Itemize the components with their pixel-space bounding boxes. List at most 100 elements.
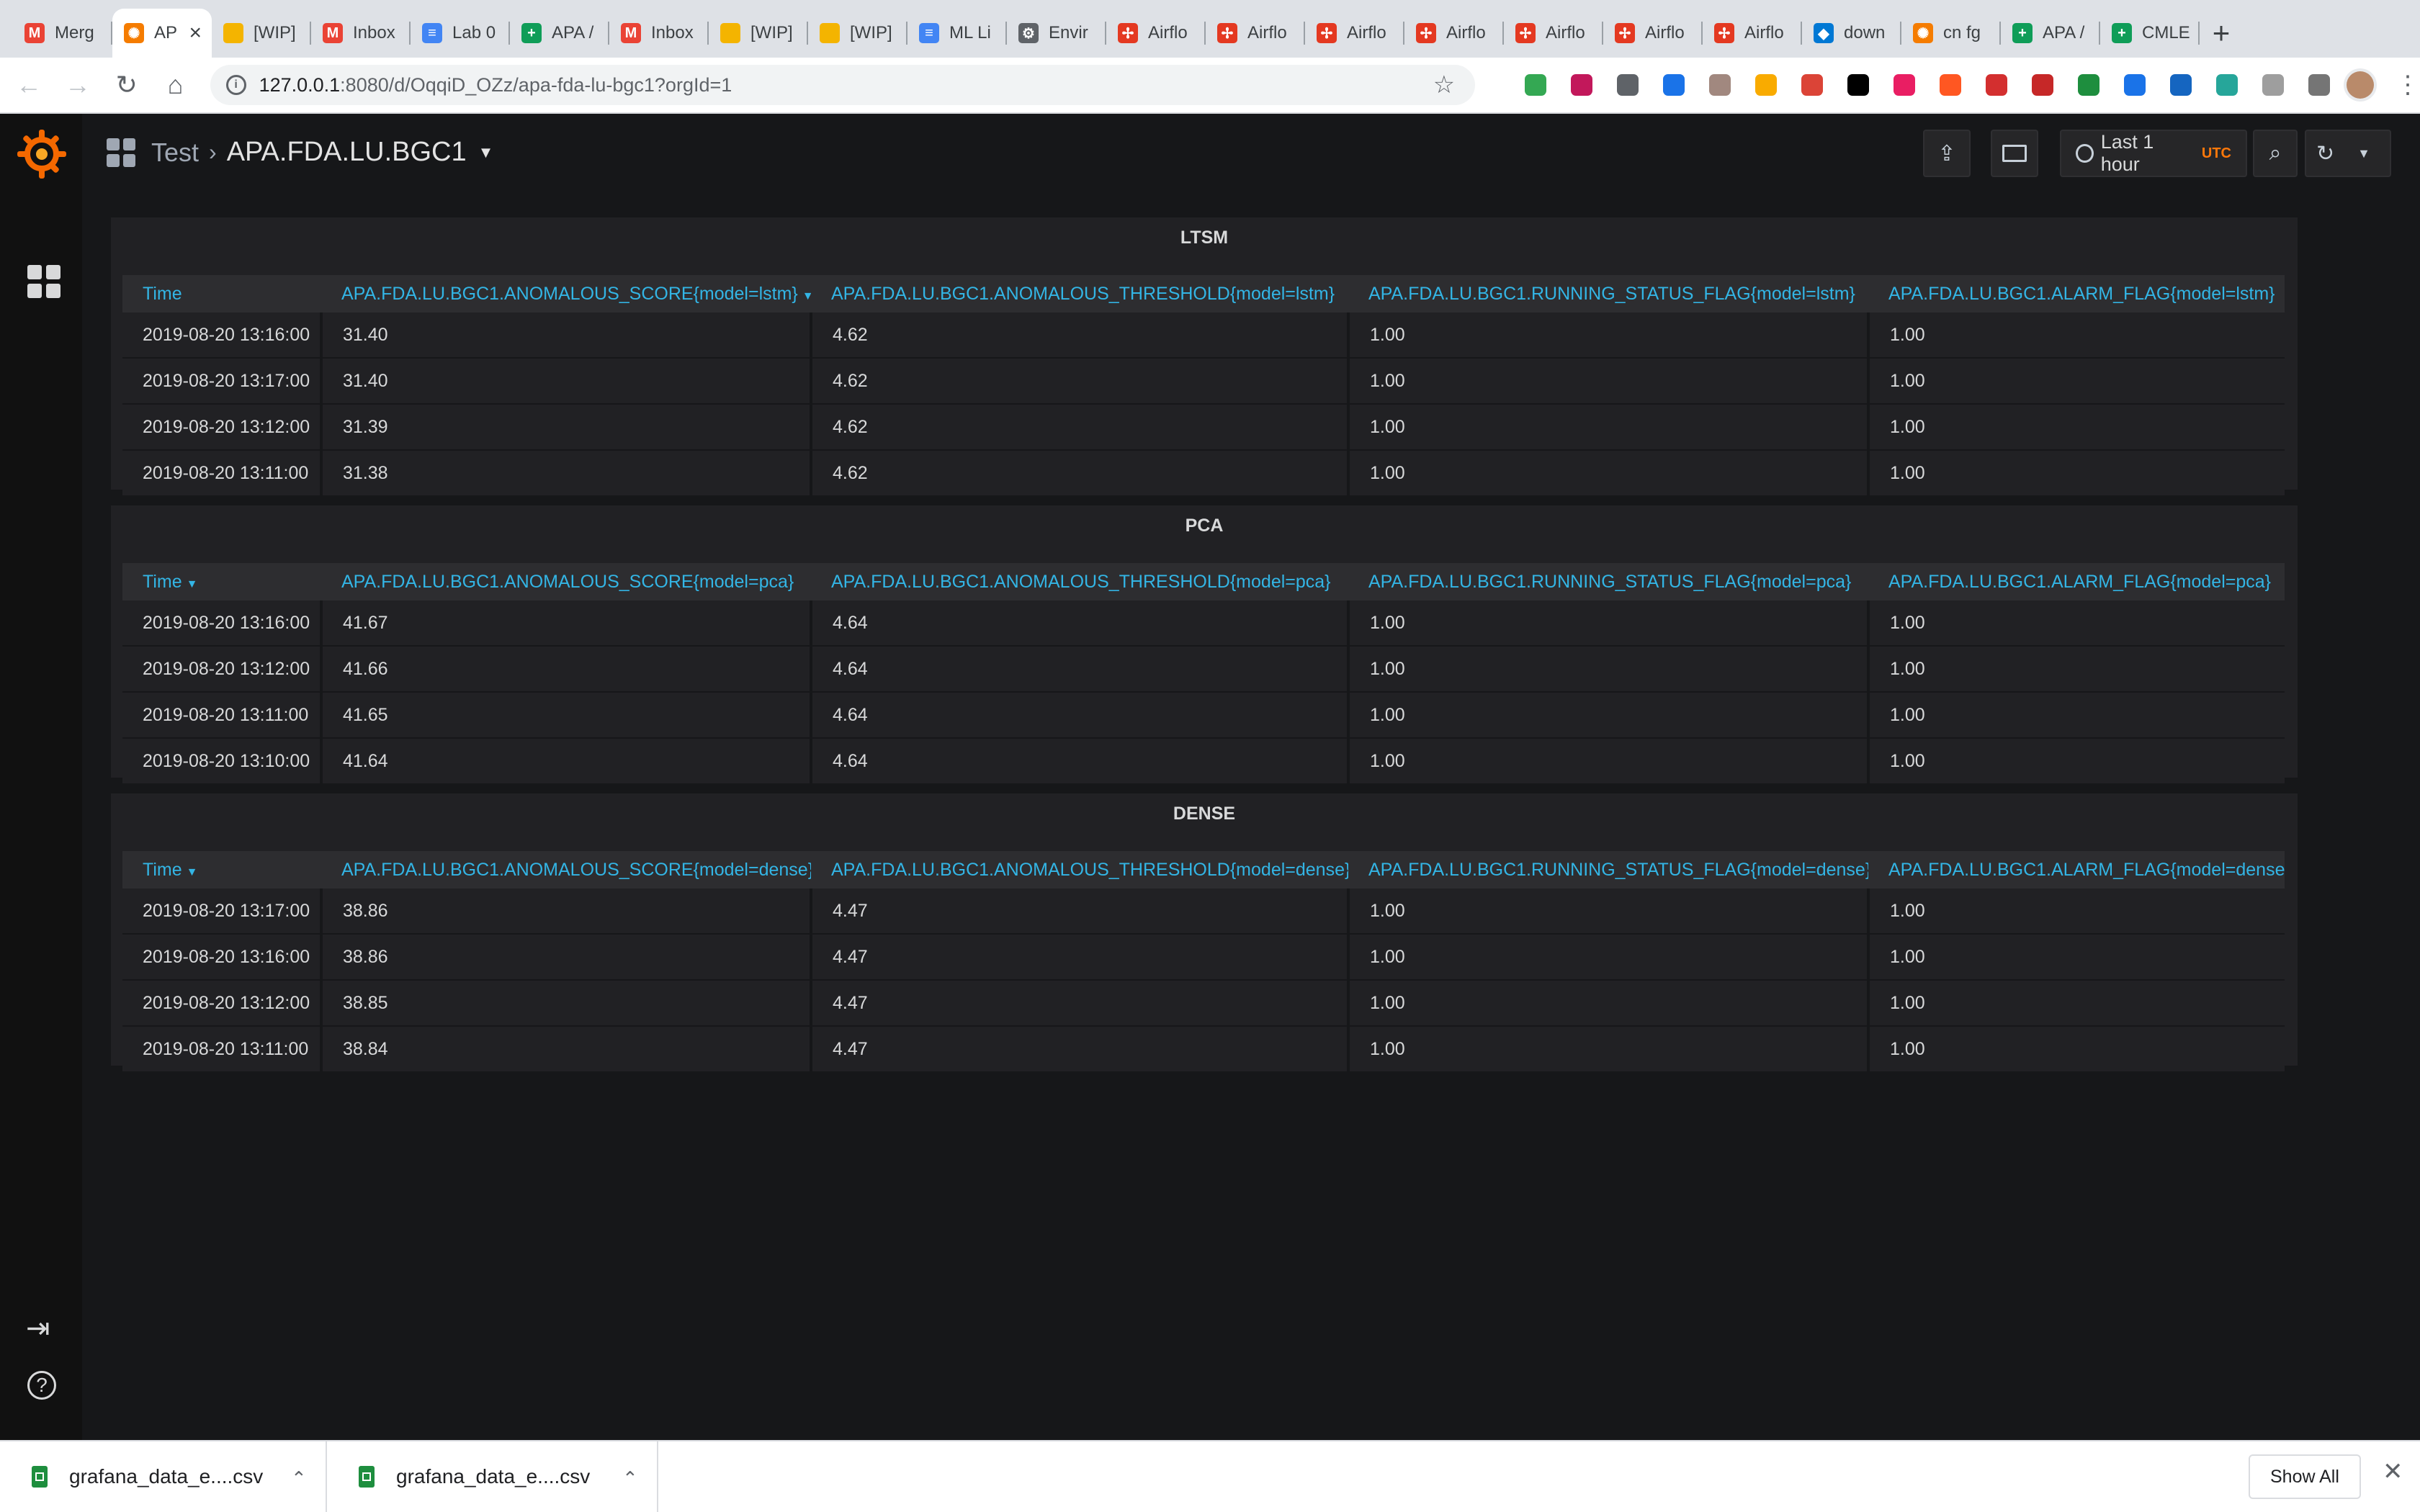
browser-tab[interactable]: + CMLE: [2100, 9, 2200, 58]
sign-in-icon[interactable]: ⇥: [26, 1312, 50, 1345]
browser-tab[interactable]: ≡ Lab 0: [411, 9, 510, 58]
column-header[interactable]: APA.FDA.LU.BGC1.RUNNING_STATUS_FLAG{mode…: [1348, 275, 1868, 312]
profile-avatar[interactable]: [2344, 68, 2378, 102]
extension-icon[interactable]: [1979, 68, 2014, 102]
panel-title[interactable]: DENSE: [111, 804, 2298, 824]
reload-button[interactable]: ↻: [107, 65, 147, 105]
data-table: Time APA.FDA.LU.BGC1.ANOMALOUS_SCORE{mode…: [122, 275, 2285, 497]
address-bar[interactable]: i 127.0.0.1:8080/d/OqqiD_OZz/apa-fda-lu-…: [210, 65, 1476, 105]
column-header[interactable]: APA.FDA.LU.BGC1.ALARM_FLAG{model=lstm}: [1868, 275, 2285, 312]
extension-icon[interactable]: [2025, 68, 2060, 102]
caret-down-icon[interactable]: ▼: [478, 143, 494, 162]
panel-title[interactable]: PCA: [111, 516, 2298, 536]
browser-tab[interactable]: + APA /: [510, 9, 609, 58]
show-all-downloads-button[interactable]: Show All: [2249, 1454, 2361, 1499]
refresh-button[interactable]: ↻ ▼: [2305, 130, 2391, 177]
column-header-label: Time: [143, 283, 182, 304]
help-icon[interactable]: ?: [27, 1371, 56, 1400]
forward-button[interactable]: →: [58, 65, 98, 105]
grafana-icon: ✺: [1913, 23, 1933, 43]
browser-tab[interactable]: ✺ AP ×: [112, 9, 212, 58]
tab-close-icon[interactable]: ×: [189, 21, 202, 45]
download-item[interactable]: grafana_data_e....csv ⌄: [327, 1441, 658, 1512]
tab-title: Inbox: [353, 23, 395, 42]
time-picker-button[interactable]: Last 1 hour UTC: [2060, 130, 2247, 177]
browser-tab[interactable]: ✢ Airflo: [1106, 9, 1206, 58]
column-header[interactable]: APA.FDA.LU.BGC1.ANOMALOUS_SCORE{model=ls…: [321, 275, 811, 312]
refresh-dropdown-caret-icon[interactable]: ▼: [2357, 146, 2370, 161]
extension-icon[interactable]: [2164, 68, 2198, 102]
breadcrumb-folder[interactable]: Test: [151, 138, 199, 168]
close-icon[interactable]: ✕: [2383, 1457, 2403, 1486]
zoom-out-button[interactable]: ⌕: [2253, 130, 2298, 177]
extension-icon[interactable]: [1657, 68, 1691, 102]
table-cell: 2019-08-20 13:11:00: [122, 692, 321, 739]
dashboards-icon[interactable]: [27, 265, 60, 298]
browser-menu-icon[interactable]: ⋮: [2396, 71, 2420, 99]
browser-tab[interactable]: ◆ down: [1802, 9, 1901, 58]
column-header[interactable]: APA.FDA.LU.BGC1.ANOMALOUS_THRESHOLD{mode…: [811, 275, 1348, 312]
column-header[interactable]: APA.FDA.LU.BGC1.ALARM_FLAG{model=dense}: [1868, 851, 2285, 888]
extension-icon[interactable]: [2210, 68, 2244, 102]
browser-tab[interactable]: + APA /: [2001, 9, 2100, 58]
tab-title: AP: [154, 23, 178, 42]
extension-icon[interactable]: [1564, 68, 1599, 102]
extension-icon[interactable]: [1795, 68, 1829, 102]
extension-icon[interactable]: [2256, 68, 2290, 102]
chevron-up-icon[interactable]: ⌄: [291, 1466, 307, 1488]
chevron-up-icon[interactable]: ⌄: [622, 1466, 638, 1488]
browser-tab[interactable]: ≡ ML Li: [908, 9, 1007, 58]
column-header[interactable]: APA.FDA.LU.BGC1.RUNNING_STATUS_FLAG{mode…: [1348, 563, 1868, 600]
extension-icon[interactable]: [2302, 68, 2336, 102]
browser-tab[interactable]: [WIP]: [709, 9, 808, 58]
table-cell: 41.66: [320, 646, 811, 693]
extension-icon[interactable]: [1933, 68, 1968, 102]
extension-icon[interactable]: [1518, 68, 1553, 102]
column-header[interactable]: APA.FDA.LU.BGC1.ANOMALOUS_SCORE{model=pc…: [321, 563, 811, 600]
breadcrumb-separator-icon: ›: [209, 139, 217, 165]
browser-tab[interactable]: [WIP]: [212, 9, 311, 58]
column-header[interactable]: Time ▼: [122, 851, 321, 888]
grafana-logo-icon[interactable]: [16, 128, 68, 180]
browser-tab[interactable]: ✢ Airflo: [1305, 9, 1404, 58]
browser-tab[interactable]: ✢ Airflo: [1703, 9, 1802, 58]
home-button[interactable]: ⌂: [156, 65, 196, 105]
docs-icon: ≡: [422, 23, 442, 43]
extension-icon[interactable]: [1887, 68, 1922, 102]
tab-title: Airflo: [1744, 23, 1784, 42]
browser-tab[interactable]: M Inbox: [609, 9, 709, 58]
extension-icon[interactable]: [2071, 68, 2106, 102]
extension-icon[interactable]: [1610, 68, 1645, 102]
extension-icon[interactable]: [1749, 68, 1783, 102]
extension-icon[interactable]: [1841, 68, 1876, 102]
browser-tab[interactable]: ⚙ Envir: [1007, 9, 1106, 58]
browser-tab[interactable]: [WIP]: [808, 9, 908, 58]
browser-tab[interactable]: ✢ Airflo: [1504, 9, 1603, 58]
column-header[interactable]: APA.FDA.LU.BGC1.ANOMALOUS_SCORE{model=de…: [321, 851, 811, 888]
new-tab-button[interactable]: +: [2200, 9, 2243, 58]
column-header[interactable]: APA.FDA.LU.BGC1.RUNNING_STATUS_FLAG{mode…: [1348, 851, 1868, 888]
browser-tab[interactable]: ✢ Airflo: [1404, 9, 1504, 58]
column-header[interactable]: APA.FDA.LU.BGC1.ANOMALOUS_THRESHOLD{mode…: [811, 851, 1348, 888]
column-header[interactable]: APA.FDA.LU.BGC1.ANOMALOUS_THRESHOLD{mode…: [811, 563, 1348, 600]
info-icon[interactable]: i: [225, 75, 246, 95]
table-cell: 38.86: [320, 888, 811, 935]
back-button[interactable]: ←: [9, 65, 49, 105]
browser-tab[interactable]: ✢ Airflo: [1206, 9, 1305, 58]
extension-icon[interactable]: [2118, 68, 2152, 102]
panel-title[interactable]: LTSM: [111, 228, 2298, 248]
bookmark-star-icon[interactable]: ☆: [1433, 71, 1455, 99]
browser-tab[interactable]: ✺ cn fg: [1901, 9, 2001, 58]
tv-mode-button[interactable]: [1991, 130, 2038, 177]
dashboard-title[interactable]: APA.FDA.LU.BGC1: [227, 137, 467, 168]
browser-tab[interactable]: ✢ Airflo: [1603, 9, 1703, 58]
column-header[interactable]: Time ▼: [122, 563, 321, 600]
download-item[interactable]: grafana_data_e....csv ⌄: [0, 1441, 327, 1512]
extension-icon[interactable]: [1703, 68, 1737, 102]
share-button[interactable]: ⇪: [1923, 130, 1971, 177]
browser-tab[interactable]: M Merg: [13, 9, 112, 58]
download-filename: grafana_data_e....csv: [396, 1465, 591, 1488]
column-header[interactable]: Time: [122, 275, 321, 312]
browser-tab[interactable]: M Inbox: [311, 9, 411, 58]
column-header[interactable]: APA.FDA.LU.BGC1.ALARM_FLAG{model=pca}: [1868, 563, 2285, 600]
